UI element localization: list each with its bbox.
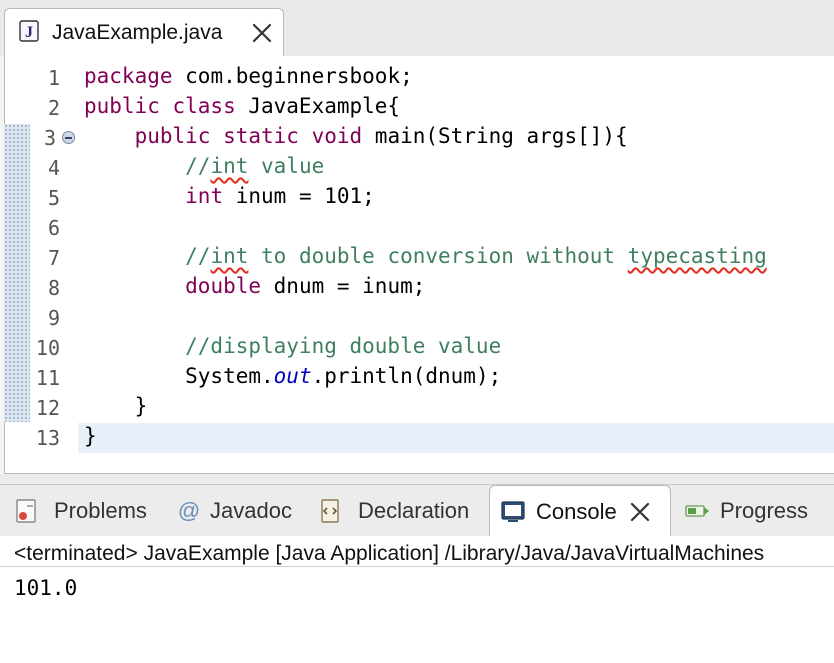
close-icon[interactable] bbox=[629, 501, 651, 523]
at-sign-icon: @ bbox=[177, 498, 201, 523]
code-line-13: } bbox=[84, 424, 97, 448]
line-number: 9 bbox=[47, 306, 60, 330]
tab-problems[interactable]: Problems bbox=[14, 485, 147, 537]
line-number: 8 bbox=[47, 276, 60, 300]
line-number: 13 bbox=[35, 426, 60, 450]
code-line-2: public class JavaExample{ bbox=[84, 94, 401, 118]
code-line-11: System.out.println(dnum); bbox=[84, 364, 502, 388]
code-line-1: package com.beginnersbook; bbox=[84, 64, 413, 88]
spelling-warning: typecasting bbox=[627, 244, 767, 268]
code-line-7: //int to double conversion without typec… bbox=[84, 244, 767, 268]
problems-icon bbox=[16, 499, 36, 523]
tab-console[interactable]: Console bbox=[489, 485, 671, 537]
declaration-icon bbox=[321, 499, 339, 523]
console-status: <terminated> JavaExample [Java Applicati… bbox=[14, 542, 765, 565]
view-tab-bar: Problems @ Javadoc Declaration Console P… bbox=[0, 484, 834, 537]
svg-text:J: J bbox=[25, 24, 33, 41]
editor-tab-javaexample[interactable]: J JavaExample.java bbox=[4, 8, 284, 56]
java-file-icon: J bbox=[19, 20, 39, 42]
code-line-8: double dnum = inum; bbox=[185, 274, 426, 298]
line-number: 7 bbox=[47, 246, 60, 270]
editor-tab-title: JavaExample.java bbox=[52, 21, 223, 44]
line-number: 3 bbox=[43, 126, 56, 150]
code-line-12: } bbox=[84, 394, 148, 418]
divider bbox=[0, 566, 834, 567]
line-number: 12 bbox=[35, 396, 60, 420]
editor-tab-bar: J JavaExample.java bbox=[0, 0, 834, 56]
line-number: 5 bbox=[47, 186, 60, 210]
console-output[interactable]: 101.0 bbox=[14, 576, 77, 600]
tab-progress[interactable]: Progress bbox=[684, 485, 808, 537]
code-line-10: //displaying double value bbox=[84, 334, 502, 358]
current-line-highlight bbox=[78, 423, 834, 453]
line-number: 4 bbox=[47, 156, 60, 180]
fold-collapse-icon[interactable] bbox=[62, 131, 75, 144]
tab-declaration[interactable]: Declaration bbox=[318, 485, 469, 537]
console-icon bbox=[501, 500, 525, 522]
line-number: 2 bbox=[47, 96, 60, 120]
line-number: 11 bbox=[35, 366, 60, 390]
progress-icon bbox=[685, 505, 709, 517]
code-line-3: public static void main(String args[]){ bbox=[134, 124, 628, 148]
panel-divider[interactable] bbox=[0, 474, 834, 484]
line-number: 1 bbox=[47, 66, 60, 90]
code-line-4: //int value bbox=[84, 154, 325, 178]
line-number: 6 bbox=[47, 216, 60, 240]
line-number: 10 bbox=[35, 336, 60, 360]
spelling-warning: int bbox=[210, 154, 249, 178]
tab-javadoc[interactable]: @ Javadoc bbox=[176, 485, 292, 537]
code-line-5: int inum = 101; bbox=[185, 184, 375, 208]
spelling-warning: int bbox=[210, 244, 249, 268]
close-icon[interactable] bbox=[251, 22, 273, 44]
